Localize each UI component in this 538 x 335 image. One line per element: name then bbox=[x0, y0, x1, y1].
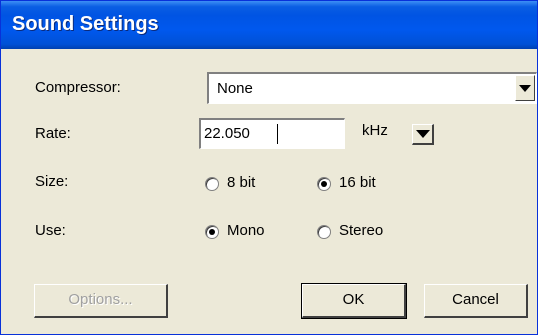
size-label: Size: bbox=[35, 173, 69, 190]
window-title: Sound Settings bbox=[12, 13, 159, 35]
use-mono-radio[interactable] bbox=[205, 225, 219, 239]
chevron-down-icon bbox=[416, 130, 430, 138]
rate-label: Rate: bbox=[35, 125, 71, 142]
rate-input[interactable]: 22.050 bbox=[199, 118, 345, 149]
title-bar[interactable]: Sound Settings bbox=[1, 1, 537, 49]
options-button: Options... bbox=[34, 284, 168, 318]
use-label: Use: bbox=[35, 222, 66, 239]
use-stereo-label[interactable]: Stereo bbox=[339, 222, 383, 239]
compressor-dropdown[interactable]: None bbox=[207, 72, 537, 104]
sound-settings-dialog: Sound Settings Compressor: None Rate: 22… bbox=[0, 0, 538, 335]
cancel-button[interactable]: Cancel bbox=[424, 284, 528, 318]
compressor-label: Compressor: bbox=[35, 79, 121, 96]
chevron-down-icon bbox=[519, 85, 531, 92]
rate-value: 22.050 bbox=[204, 125, 250, 142]
compressor-dropdown-button[interactable] bbox=[515, 75, 535, 101]
rate-dropdown-button[interactable] bbox=[412, 124, 434, 145]
size-16bit-radio[interactable] bbox=[317, 177, 331, 191]
radio-selected-dot bbox=[209, 229, 215, 235]
size-8bit-radio[interactable] bbox=[205, 177, 219, 191]
size-16bit-label[interactable]: 16 bit bbox=[339, 174, 376, 191]
radio-selected-dot bbox=[321, 181, 327, 187]
compressor-value: None bbox=[217, 80, 253, 97]
size-8bit-label[interactable]: 8 bit bbox=[227, 174, 255, 191]
ok-button[interactable]: OK bbox=[301, 283, 407, 319]
text-caret bbox=[277, 124, 278, 144]
use-mono-label[interactable]: Mono bbox=[227, 222, 265, 239]
use-stereo-radio[interactable] bbox=[317, 225, 331, 239]
rate-unit-label: kHz bbox=[362, 122, 388, 139]
